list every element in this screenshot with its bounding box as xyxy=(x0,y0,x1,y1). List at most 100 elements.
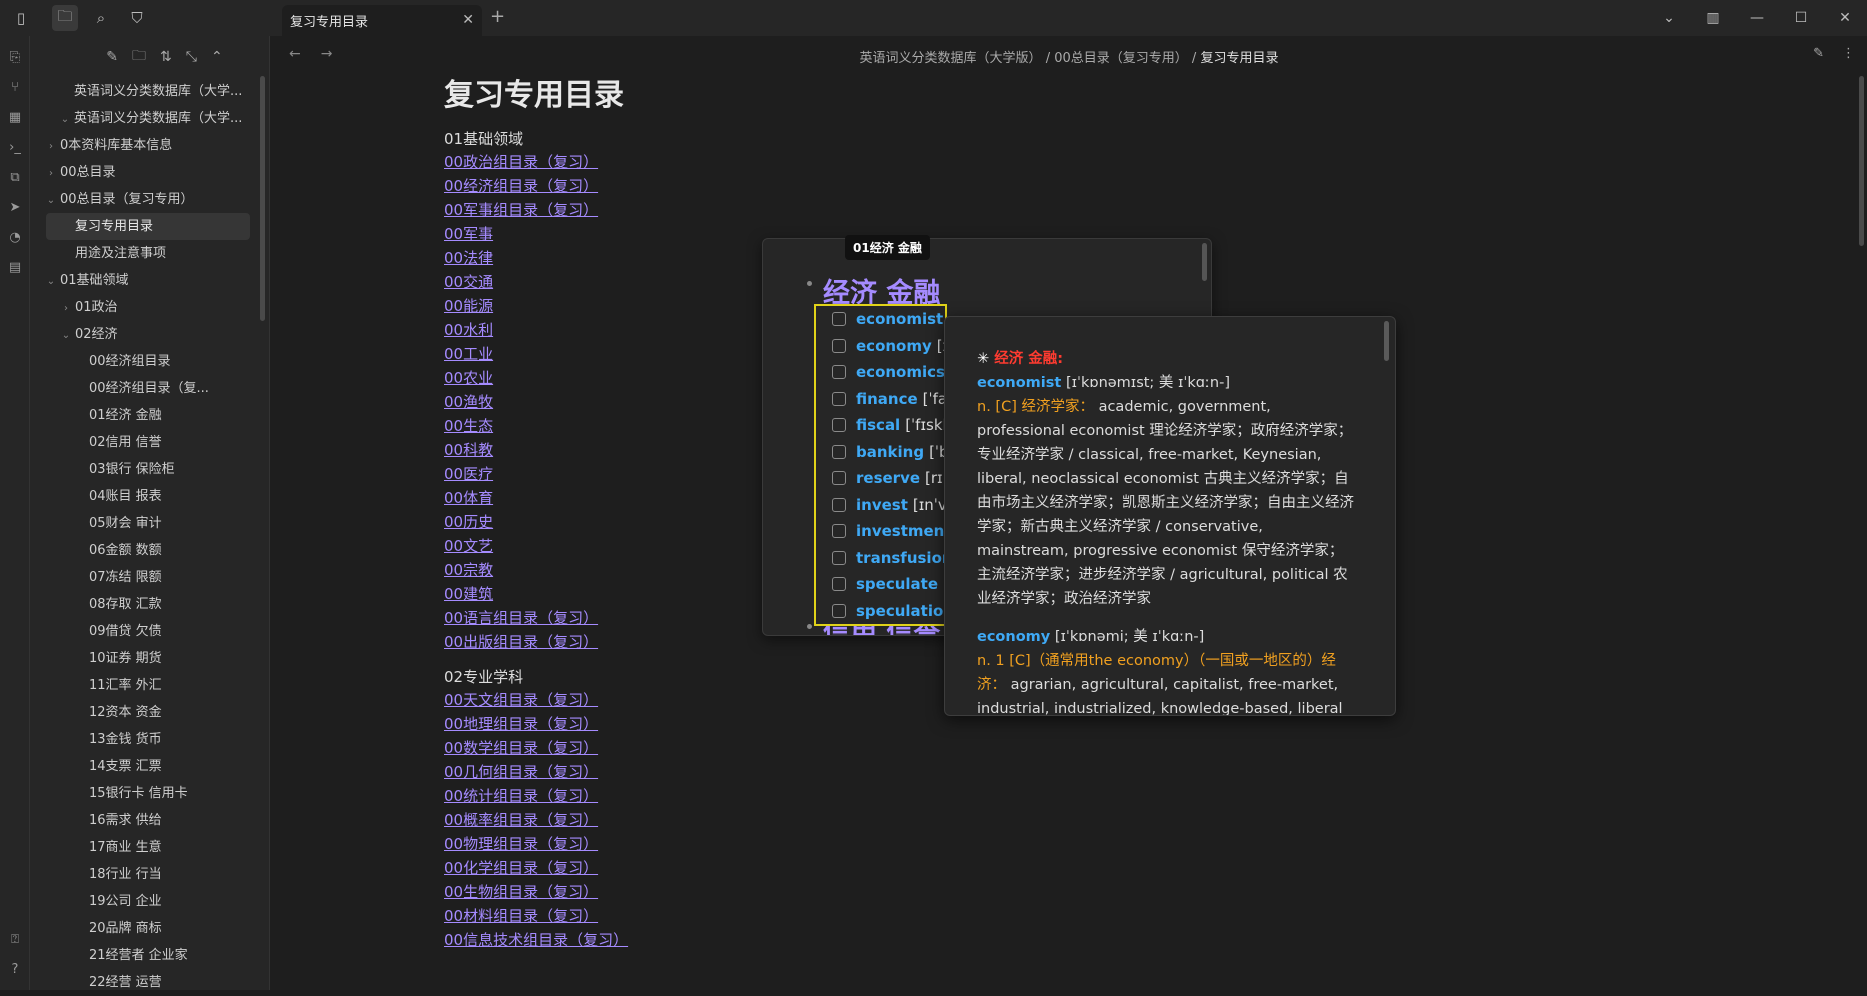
internal-link[interactable]: 00数学组目录（复习） xyxy=(444,736,1044,760)
word-link[interactable]: investment xyxy=(856,522,945,540)
checkbox[interactable] xyxy=(832,471,846,486)
new-note-icon[interactable]: ✎ xyxy=(106,49,118,65)
new-tab-button[interactable]: + xyxy=(490,6,505,27)
sidebar-tree-item[interactable]: 16需求 供给 xyxy=(30,807,258,834)
word-link[interactable]: fiscal xyxy=(856,416,900,434)
preview-scrollbar[interactable] xyxy=(1384,321,1389,361)
file-explorer-icon[interactable]: 🗀 xyxy=(52,5,78,31)
sidebar-tree-item[interactable]: 00经济组目录 xyxy=(30,348,258,375)
internal-link[interactable]: 00统计组目录（复习） xyxy=(444,784,1044,808)
tab-close-icon[interactable]: ✕ xyxy=(462,12,474,28)
checkbox[interactable] xyxy=(832,577,846,592)
checkbox[interactable] xyxy=(832,391,846,406)
internal-link[interactable]: 00经济组目录（复习） xyxy=(444,174,1044,198)
checkbox[interactable] xyxy=(832,497,846,512)
table-icon[interactable]: ▤ xyxy=(0,252,30,282)
word-link[interactable]: banking xyxy=(856,443,924,461)
breadcrumb-part[interactable]: 英语词义分类数据库（大学版） xyxy=(860,51,1042,66)
checkbox[interactable] xyxy=(832,444,846,459)
checkbox[interactable] xyxy=(832,603,846,618)
chevron-down-icon[interactable]: ⌄ xyxy=(44,187,58,213)
tab-list-dropdown-icon[interactable]: ⌄ xyxy=(1647,10,1691,26)
internal-link[interactable]: 00化学组目录（复习） xyxy=(444,856,1044,880)
breadcrumb-part[interactable]: 00总目录（复习专用） xyxy=(1054,51,1188,66)
sidebar-tree-item[interactable]: 03银行 保险柜 xyxy=(30,456,258,483)
sidebar-tree-item[interactable]: 07冻结 限额 xyxy=(30,564,258,591)
editor-scrollbar[interactable] xyxy=(1859,76,1864,246)
word-link[interactable]: reserve xyxy=(856,469,920,487)
word-link[interactable]: economics xyxy=(856,363,945,381)
sidebar-tree-item[interactable]: 14支票 汇票 xyxy=(30,753,258,780)
sort-icon[interactable]: ⇅ xyxy=(160,49,172,65)
maximize-button[interactable]: ☐ xyxy=(1779,10,1823,26)
breadcrumb-current[interactable]: 复习专用目录 xyxy=(1200,51,1278,66)
word-link[interactable]: finance xyxy=(856,390,918,408)
sidebar-tree-item[interactable]: 02信用 信誉 xyxy=(30,429,258,456)
sidebar-scrollbar[interactable] xyxy=(260,76,265,321)
graph-view-icon[interactable]: ⑂ xyxy=(0,72,30,102)
layout-icon[interactable]: ▥ xyxy=(1691,10,1735,26)
internal-link[interactable]: 00信息技术组目录（复习） xyxy=(444,928,1044,952)
sidebar-tree-item[interactable]: 11汇率 外汇 xyxy=(30,672,258,699)
word-link[interactable]: invest xyxy=(856,496,908,514)
checkbox[interactable] xyxy=(832,418,846,433)
sidebar-tree-item[interactable]: 01经济 金融 xyxy=(30,402,258,429)
internal-link[interactable]: 00政治组目录（复习） xyxy=(444,150,1044,174)
sidebar-tree-item[interactable]: 06金额 数额 xyxy=(30,537,258,564)
chevron-down-icon[interactable]: ⌄ xyxy=(44,268,58,294)
checkbox[interactable] xyxy=(832,524,846,539)
chevron-right-icon[interactable]: › xyxy=(44,160,58,186)
checkbox[interactable] xyxy=(832,312,846,327)
sidebar-tree-item[interactable]: 10证券 期货 xyxy=(30,645,258,672)
word-link[interactable]: transfusion xyxy=(856,549,945,567)
nested-hover-preview-popup[interactable]: ✳ 经济 金融: economist [ɪˈkɒnəmɪst; 美 ɪˈkɑːn… xyxy=(944,316,1396,716)
sidebar-tree-item[interactable]: › 0本资料库基本信息 xyxy=(30,132,258,159)
internal-link[interactable]: 00材料组目录（复习） xyxy=(444,904,1044,928)
templates-icon[interactable]: ⧉ xyxy=(0,162,30,192)
word-link[interactable]: economy xyxy=(856,337,932,355)
sidebar-tree-item[interactable]: 00经济组目录（复... xyxy=(30,375,258,402)
tab-current[interactable]: 复习专用目录 ✕ xyxy=(282,5,482,36)
collapse-all-icon[interactable]: ⤡ xyxy=(186,49,197,65)
close-window-button[interactable]: ✕ xyxy=(1823,10,1867,26)
sidebar-tree-item[interactable]: 英语词义分类数据库（大学... xyxy=(30,78,258,105)
internal-link[interactable]: 00概率组目录（复习） xyxy=(444,808,1044,832)
sidebar-tree-item[interactable]: 04账目 报表 xyxy=(30,483,258,510)
sidebar-tree-item[interactable]: 21经营者 企业家 xyxy=(30,942,258,969)
open-quick-switcher-icon[interactable]: ⎘ xyxy=(0,42,30,72)
help-icon[interactable]: ? xyxy=(0,954,30,984)
sidebar-tree-item[interactable]: ⌄ 01基础领域 xyxy=(30,267,258,294)
sidebar-tree-item[interactable]: 12资本 资金 xyxy=(30,699,258,726)
word-link[interactable]: economist xyxy=(856,310,943,328)
sidebar-tree-item[interactable]: › 00总目录 xyxy=(30,159,258,186)
sidebar-tree-item[interactable]: 13金钱 货币 xyxy=(30,726,258,753)
terminal-icon[interactable]: ›_ xyxy=(0,132,30,162)
canvas-icon[interactable]: ▦ xyxy=(0,102,30,132)
chevron-right-icon[interactable]: › xyxy=(44,133,58,159)
bookmark-icon[interactable]: ⛉ xyxy=(124,5,150,31)
sidebar-tree-item[interactable]: 15银行卡 信用卡 xyxy=(30,780,258,807)
chevron-right-icon[interactable]: › xyxy=(59,295,73,321)
sidebar-tree-item[interactable]: 17商业 生意 xyxy=(30,834,258,861)
checkbox[interactable] xyxy=(832,365,846,380)
edit-mode-icon[interactable]: ✎ xyxy=(1813,46,1824,61)
word-link[interactable]: speculate xyxy=(856,575,938,593)
internal-link[interactable]: 00生物组目录（复习） xyxy=(444,880,1044,904)
toggle-sidebar-icon[interactable]: ▯ xyxy=(8,5,34,31)
internal-link[interactable]: 00军事组目录（复习） xyxy=(444,198,1044,222)
chevron-down-icon[interactable]: ⌄ xyxy=(59,322,73,348)
internal-link[interactable]: 00几何组目录（复习） xyxy=(444,760,1044,784)
sidebar-tree-item[interactable]: 22经营 运营 xyxy=(30,969,258,996)
search-icon[interactable]: ⌕ xyxy=(88,5,114,31)
sidebar-tree-item[interactable]: 复习专用目录 xyxy=(46,213,250,240)
chevron-down-icon[interactable]: ⌄ xyxy=(58,106,72,132)
new-folder-icon[interactable]: 🗀 xyxy=(132,45,146,69)
audio-icon[interactable]: ◔ xyxy=(0,222,30,252)
checkbox[interactable] xyxy=(832,550,846,565)
word-link[interactable]: speculation xyxy=(856,602,945,620)
preview-scrollbar[interactable] xyxy=(1202,243,1207,281)
vault-switcher-icon[interactable]: ⍰ xyxy=(0,924,30,954)
sidebar-tree-item[interactable]: 20品牌 商标 xyxy=(30,915,258,942)
sidebar-tree-item[interactable]: › 01政治 xyxy=(30,294,258,321)
sidebar-tree-item[interactable]: 05财会 审计 xyxy=(30,510,258,537)
